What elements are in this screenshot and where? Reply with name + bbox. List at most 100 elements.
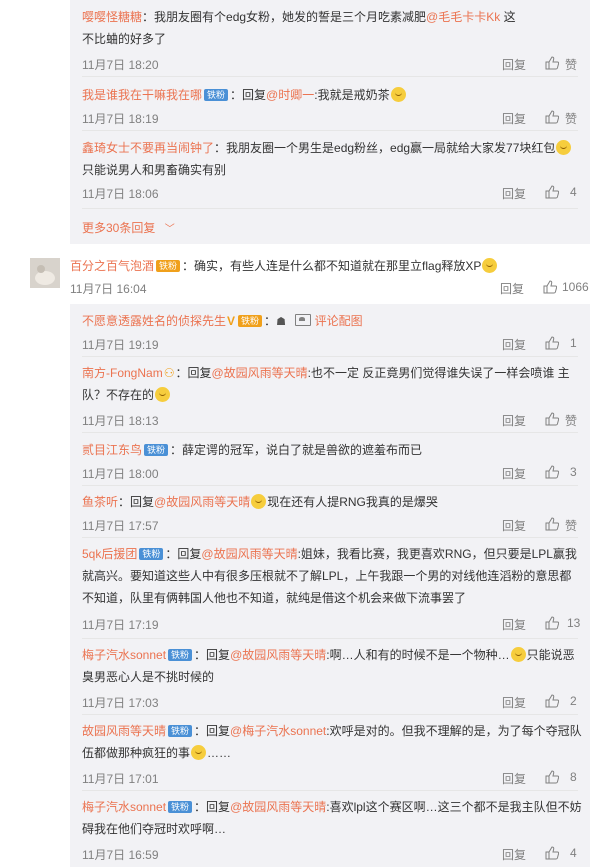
timestamp: 11月7日 17:03: [82, 696, 159, 710]
timestamp: 11月7日 16:59: [82, 848, 159, 862]
mention-link[interactable]: @梅子汽水sonnet: [230, 724, 326, 738]
like-button[interactable]: [545, 846, 559, 861]
divider: [82, 76, 578, 77]
reply-button[interactable]: 回复: [502, 110, 526, 127]
list-item: 鱼茶听：回复@故园风雨等天晴 现在还有人提RNG我真的是爆哭 11月7日 17:5…: [82, 491, 582, 533]
disgust-emoji-icon: [510, 647, 526, 662]
username-link[interactable]: 我是谁我在干嘛我在哪: [82, 88, 202, 102]
reply-button[interactable]: 回复: [500, 280, 524, 297]
timestamp: 11月7日 18:13: [82, 414, 159, 428]
username-link[interactable]: 南方-FongNam: [82, 366, 163, 380]
reply-button[interactable]: 回复: [502, 846, 526, 863]
comment-image-link[interactable]: 评论配图: [295, 314, 363, 328]
like-button[interactable]: [545, 616, 559, 631]
username-link[interactable]: 不愿意透露姓名的侦探先生: [82, 314, 226, 328]
thumbs-up-icon: [545, 110, 559, 124]
divider: [82, 714, 578, 715]
fan-badge: 铁粉: [139, 548, 164, 560]
cry-emoji-icon: [556, 140, 572, 155]
avatar[interactable]: [30, 258, 60, 288]
image-icon: [295, 314, 312, 326]
like-button[interactable]: [545, 185, 559, 200]
mention-link[interactable]: @故园风雨等天晴: [211, 366, 307, 380]
reply-button[interactable]: 回复: [502, 56, 526, 73]
list-item: 5qk后援团 铁粉 ：回复@故园风雨等天晴:姐妹，我看比赛，我更喜欢RNG，但只要是…: [82, 547, 581, 632]
username-link[interactable]: 5qk后援团: [82, 547, 137, 561]
like-count: 8: [570, 770, 577, 784]
sub-replies-panel: 嘤嘤怪糖糖：我朋友圈有个edg女粉，她发的誓是三个月吃素减肥@毛毛卡卡Kk 这不…: [70, 0, 590, 244]
divider: [82, 356, 578, 357]
list-item: 不愿意透露姓名的侦探先生V 铁粉 ：☗ 评论配图 11月7日 19:19 回复 1: [82, 310, 582, 352]
mention-link[interactable]: @时卿一: [266, 88, 314, 102]
like-count: 1: [570, 336, 577, 350]
like-count: 13: [567, 616, 581, 630]
reply-button[interactable]: 回复: [502, 694, 526, 711]
list-item: 嘤嘤怪糖糖：我朋友圈有个edg女粉，她发的誓是三个月吃素减肥@毛毛卡卡Kk 这不…: [82, 6, 582, 72]
username-link[interactable]: 故园风雨等天晴: [82, 724, 166, 738]
mention-link[interactable]: @毛毛卡卡Kk: [426, 10, 500, 24]
timestamp: 11月7日 17:19: [82, 618, 159, 632]
thumbs-up-icon: [545, 616, 559, 630]
thumbs-up-icon: [545, 465, 559, 479]
like-button[interactable]: [543, 280, 557, 295]
divider: [82, 638, 578, 639]
cry-emoji-icon: [251, 494, 267, 509]
reply-button[interactable]: 回复: [502, 616, 526, 633]
reply-button[interactable]: 回复: [502, 770, 526, 787]
list-item: 梅子汽水sonnet 铁粉 ：回复@故园风雨等天晴:啊…人和有的时候不是一个物种… 只…: [82, 644, 582, 710]
fan-badge: 铁粉: [168, 649, 193, 661]
like-button[interactable]: [545, 770, 559, 785]
list-item: 梅子汽水sonnet 铁粉 ：回复@故园风雨等天晴:喜欢lpl这个赛区啊…这三个都不…: [82, 800, 582, 862]
username-link[interactable]: 贰目江东鸟: [82, 443, 142, 457]
fan-badge: 铁粉: [168, 725, 193, 737]
thumbs-up-icon: [545, 517, 559, 531]
mention-link[interactable]: @故园风雨等天晴: [154, 495, 250, 509]
like-button[interactable]: [545, 336, 559, 351]
reply-button[interactable]: 回复: [502, 465, 526, 482]
thumbs-up-icon: [545, 770, 559, 784]
timestamp: 11月7日 17:01: [82, 772, 159, 786]
like-count: 赞: [565, 519, 578, 533]
like-button[interactable]: [545, 517, 559, 532]
divider: [82, 790, 578, 791]
thumbs-up-icon: [545, 185, 559, 199]
mention-link[interactable]: @故园风雨等天晴: [230, 800, 326, 814]
timestamp: 11月7日 16:04: [70, 282, 147, 296]
username-link[interactable]: 鑫琦女士不要再当闹钟了: [82, 141, 214, 155]
comment-meta: 11月7日 16:59 回复 4: [82, 846, 582, 864]
like-count: 4: [570, 185, 577, 199]
mention-link[interactable]: @故园风雨等天晴: [230, 648, 326, 662]
like-button[interactable]: [545, 465, 559, 480]
fan-badge: 铁粉: [204, 89, 229, 101]
username-link[interactable]: 梅子汽水sonnet: [82, 800, 166, 814]
like-button[interactable]: [545, 694, 559, 709]
doge-emoji-icon: [155, 387, 171, 402]
like-button[interactable]: [545, 110, 559, 125]
mention-link[interactable]: @故园风雨等天晴: [201, 547, 297, 561]
comment-meta: 11月7日 18:13 回复 赞: [82, 412, 582, 430]
smile-emoji-icon: [482, 258, 498, 273]
comment-meta: 11月7日 17:57 回复 赞: [82, 517, 582, 535]
fan-badge: 铁粉: [168, 801, 193, 813]
timestamp: 11月7日 18:00: [82, 467, 159, 481]
thumbs-up-icon: [545, 56, 559, 70]
like-button[interactable]: [545, 412, 559, 427]
list-item: 南方-FongNam⚇：回复@故园风雨等天晴:也不一定 反正竟男们觉得谁失误了一…: [82, 362, 582, 428]
like-count: 赞: [565, 112, 578, 126]
username-link[interactable]: 百分之百气泡酒: [70, 259, 154, 273]
reply-button[interactable]: 回复: [502, 517, 526, 534]
list-item: 鑫琦女士不要再当闹钟了：我朋友圈一个男生是edg粉丝，edg赢一局就给大家发77…: [82, 137, 582, 201]
fan-badge: 铁粉: [238, 315, 263, 327]
like-button[interactable]: [545, 56, 559, 71]
facepalm-emoji-icon: [191, 745, 207, 760]
chevron-down-icon: ﹀: [164, 224, 175, 235]
username-link[interactable]: 鱼茶听: [82, 495, 118, 509]
more-replies-link[interactable]: 更多30条回复 ﹀: [82, 219, 175, 236]
username-link[interactable]: 梅子汽水sonnet: [82, 648, 166, 662]
reply-button[interactable]: 回复: [502, 336, 526, 353]
like-count: 3: [570, 465, 577, 479]
reply-button[interactable]: 回复: [502, 185, 526, 202]
list-item: 故园风雨等天晴 铁粉 ：回复@梅子汽水sonnet:欢呼是对的。但我不理解的是，为了…: [82, 724, 582, 786]
reply-button[interactable]: 回复: [502, 412, 526, 429]
username-link[interactable]: 嘤嘤怪糖糖: [82, 10, 142, 24]
